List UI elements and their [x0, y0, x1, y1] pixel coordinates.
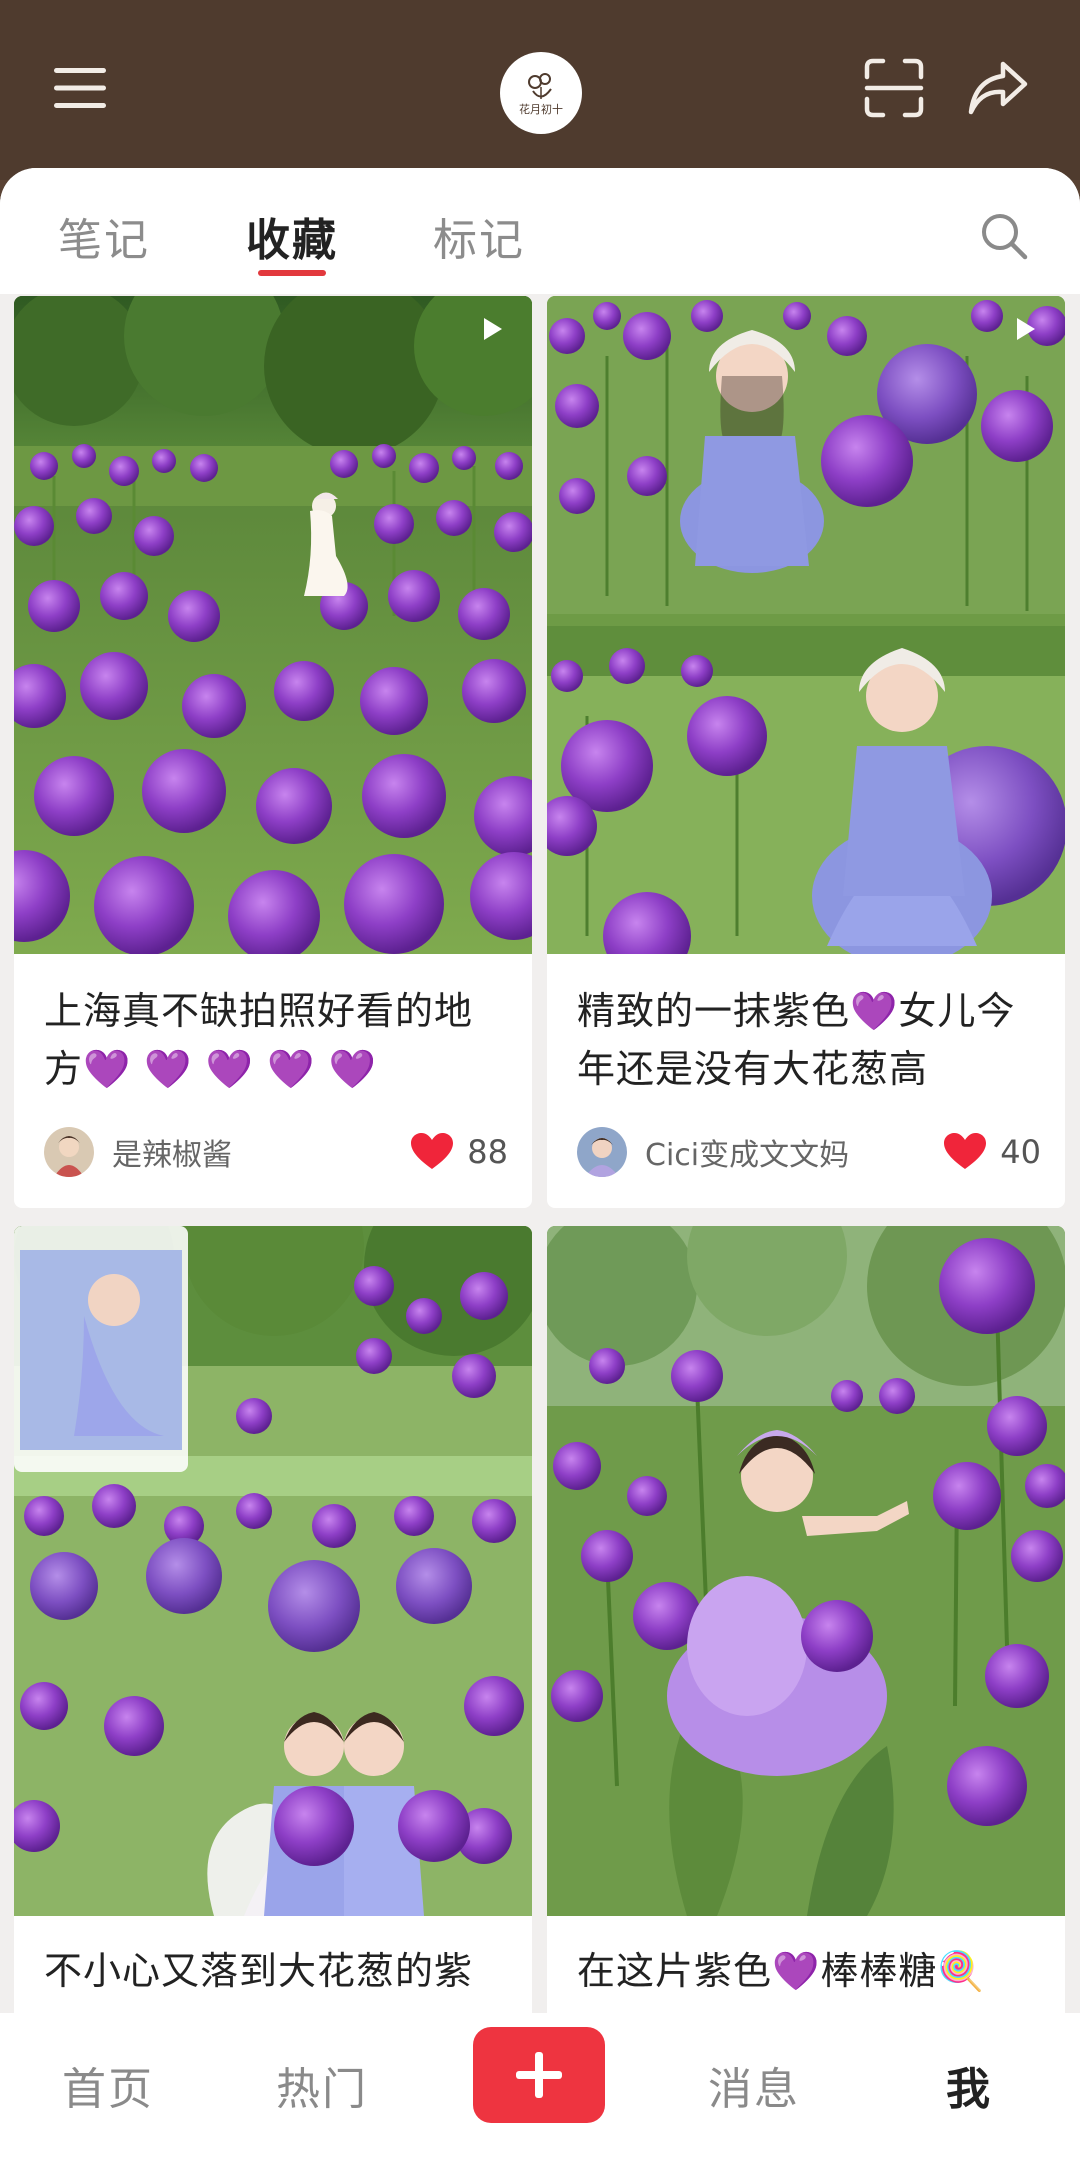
- card-title: 不小心又落到大花葱的紫: [44, 1949, 474, 1993]
- active-tab-indicator: [258, 270, 326, 276]
- share-icon[interactable]: [962, 52, 1034, 124]
- tab-bar: 笔记 收藏 标记: [0, 168, 1080, 294]
- heart-icon: [411, 1133, 454, 1169]
- avatar[interactable]: [44, 1127, 94, 1177]
- note-card[interactable]: 不小心又落到大花葱的紫: [14, 1226, 532, 2013]
- plus-icon: [516, 2052, 562, 2098]
- scan-icon[interactable]: [858, 52, 930, 124]
- logo-text: 花月初十: [519, 103, 563, 116]
- avatar[interactable]: [577, 1127, 627, 1177]
- heart-icon: [944, 1133, 987, 1169]
- card-cover-image: [14, 1226, 532, 1916]
- nav-me[interactable]: 我: [946, 2053, 992, 2117]
- profile-logo[interactable]: 花月初十: [500, 52, 582, 134]
- like-count: 88: [467, 1133, 508, 1171]
- like-button[interactable]: 40: [944, 1133, 1041, 1171]
- tab-favorites[interactable]: 收藏: [246, 204, 338, 268]
- bottom-navigation: 首页 热门 消息 我: [0, 2013, 1080, 2160]
- tab-marks[interactable]: 标记: [433, 204, 525, 268]
- tab-notes[interactable]: 笔记: [58, 204, 150, 268]
- card-title: 在这片紫色💜棒棒糖🍭: [577, 1949, 986, 1993]
- note-card[interactable]: 在这片紫色💜棒棒糖🍭: [547, 1226, 1065, 2013]
- like-button[interactable]: 88: [411, 1133, 508, 1171]
- nav-trending[interactable]: 热门: [276, 2053, 368, 2117]
- search-icon[interactable]: [974, 206, 1034, 266]
- note-card[interactable]: 上海真不缺拍照好看的地方💜 💜 💜 💜 💜 是辣椒酱 88: [14, 296, 532, 1208]
- card-title: 上海真不缺拍照好看的地方💜 💜 💜 💜 💜: [44, 989, 474, 1091]
- card-cover-image: [14, 296, 532, 954]
- card-meta: 是辣椒酱 88: [44, 1126, 508, 1178]
- nav-home[interactable]: 首页: [62, 2053, 154, 2117]
- card-meta: Cici变成文文妈 40: [577, 1126, 1041, 1178]
- add-post-button[interactable]: [473, 2027, 605, 2123]
- video-play-icon: [484, 318, 502, 340]
- hamburger-menu-icon[interactable]: [44, 52, 116, 124]
- card-title: 精致的一抹紫色💜女儿今年还是没有大花葱高: [577, 989, 1016, 1091]
- nav-messages[interactable]: 消息: [708, 2053, 800, 2117]
- like-count: 40: [1000, 1133, 1041, 1171]
- card-cover-image: [547, 296, 1065, 954]
- author-name[interactable]: 是辣椒酱: [112, 1130, 232, 1174]
- author-name[interactable]: Cici变成文文妈: [645, 1130, 849, 1174]
- video-play-icon: [1017, 318, 1035, 340]
- main-panel: 笔记 收藏 标记 上海真不缺拍照好看的地方💜 💜 💜 💜 💜 是辣椒酱 88 精…: [0, 168, 1080, 2013]
- flower-logo-icon: [528, 73, 552, 99]
- top-bar: 花月初十: [0, 0, 1080, 180]
- card-cover-image: [547, 1226, 1065, 1916]
- note-card[interactable]: 精致的一抹紫色💜女儿今年还是没有大花葱高 Cici变成文文妈 40: [547, 296, 1065, 1208]
